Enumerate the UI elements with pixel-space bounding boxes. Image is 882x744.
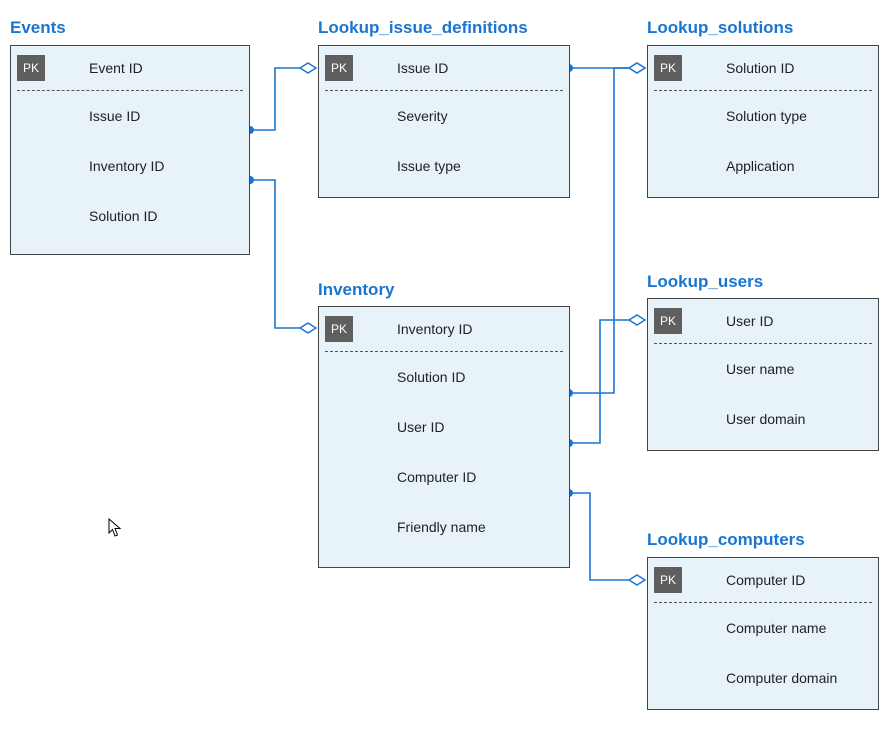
pk-badge: PK	[325, 55, 353, 81]
field-label: Solution type	[726, 108, 807, 124]
pk-badge: PK	[654, 55, 682, 81]
computers-field-name: Computer name	[648, 603, 878, 653]
events-field-issueid: Issue ID	[11, 91, 249, 141]
computers-field-domain: Computer domain	[648, 653, 878, 703]
field-label: Issue ID	[89, 108, 140, 124]
users-field-name: User name	[648, 344, 878, 394]
rel-issuedef-to-solutions	[565, 63, 645, 73]
field-label: Computer name	[726, 620, 826, 636]
entity-inventory: PK Inventory ID Solution ID User ID Comp…	[318, 306, 570, 568]
entity-title-inventory: Inventory	[318, 280, 395, 300]
entity-lookup-solutions: PK Solution ID Solution type Application	[647, 45, 879, 198]
rel-events-to-issuedef	[246, 63, 316, 134]
events-field-solutionid: Solution ID	[11, 191, 249, 241]
field-label: User domain	[726, 411, 805, 427]
inventory-field-solutionid: Solution ID	[319, 352, 569, 402]
pk-badge: PK	[17, 55, 45, 81]
inventory-field-userid: User ID	[319, 402, 569, 452]
entity-title-issuedef: Lookup_issue_definitions	[318, 18, 528, 38]
field-label: Friendly name	[397, 519, 486, 535]
entity-title-users: Lookup_users	[647, 272, 763, 292]
solutions-pk-field: Solution ID	[726, 60, 794, 76]
field-label: Issue type	[397, 158, 461, 174]
pk-badge: PK	[654, 567, 682, 593]
entity-title-events: Events	[10, 18, 66, 38]
events-pk-field: Event ID	[89, 60, 143, 76]
pk-badge: PK	[654, 308, 682, 334]
field-label: User ID	[397, 419, 444, 435]
field-label: Solution ID	[397, 369, 465, 385]
inventory-pk-field: Inventory ID	[397, 321, 472, 337]
rel-inventory-to-solutions	[565, 63, 645, 397]
entity-events: PK Event ID Issue ID Inventory ID Soluti…	[10, 45, 250, 255]
issuedef-pk-field: Issue ID	[397, 60, 448, 76]
field-label: Computer ID	[397, 469, 476, 485]
field-label: Inventory ID	[89, 158, 164, 174]
solutions-field-type: Solution type	[648, 91, 878, 141]
entity-lookup-users: PK User ID User name User domain	[647, 298, 879, 451]
entity-title-solutions: Lookup_solutions	[647, 18, 793, 38]
rel-inventory-to-computers	[565, 489, 645, 585]
field-label: User name	[726, 361, 794, 377]
users-pk-row: PK User ID	[648, 299, 878, 343]
solutions-pk-row: PK Solution ID	[648, 46, 878, 90]
issuedef-pk-row: PK Issue ID	[319, 46, 569, 90]
events-pk-row: PK Event ID	[11, 46, 249, 90]
er-diagram-canvas: Events PK Event ID Issue ID Inventory ID…	[0, 0, 882, 744]
computers-pk-row: PK Computer ID	[648, 558, 878, 602]
computers-pk-field: Computer ID	[726, 572, 805, 588]
field-label: Computer domain	[726, 670, 837, 686]
users-pk-field: User ID	[726, 313, 773, 329]
rel-events-to-inventory	[246, 176, 316, 333]
entity-lookup-issue-definitions: PK Issue ID Severity Issue type	[318, 45, 570, 198]
field-label: Severity	[397, 108, 448, 124]
inventory-pk-row: PK Inventory ID	[319, 307, 569, 351]
cursor-icon	[108, 518, 122, 538]
entity-lookup-computers: PK Computer ID Computer name Computer do…	[647, 557, 879, 710]
inventory-field-computerid: Computer ID	[319, 452, 569, 502]
issuedef-field-issuetype: Issue type	[319, 141, 569, 191]
rel-inventory-to-users	[565, 315, 645, 447]
field-label: Application	[726, 158, 795, 174]
solutions-field-application: Application	[648, 141, 878, 191]
field-label: Solution ID	[89, 208, 157, 224]
users-field-domain: User domain	[648, 394, 878, 444]
pk-badge: PK	[325, 316, 353, 342]
entity-title-computers: Lookup_computers	[647, 530, 805, 550]
inventory-field-friendlyname: Friendly name	[319, 502, 569, 552]
events-field-inventoryid: Inventory ID	[11, 141, 249, 191]
issuedef-field-severity: Severity	[319, 91, 569, 141]
